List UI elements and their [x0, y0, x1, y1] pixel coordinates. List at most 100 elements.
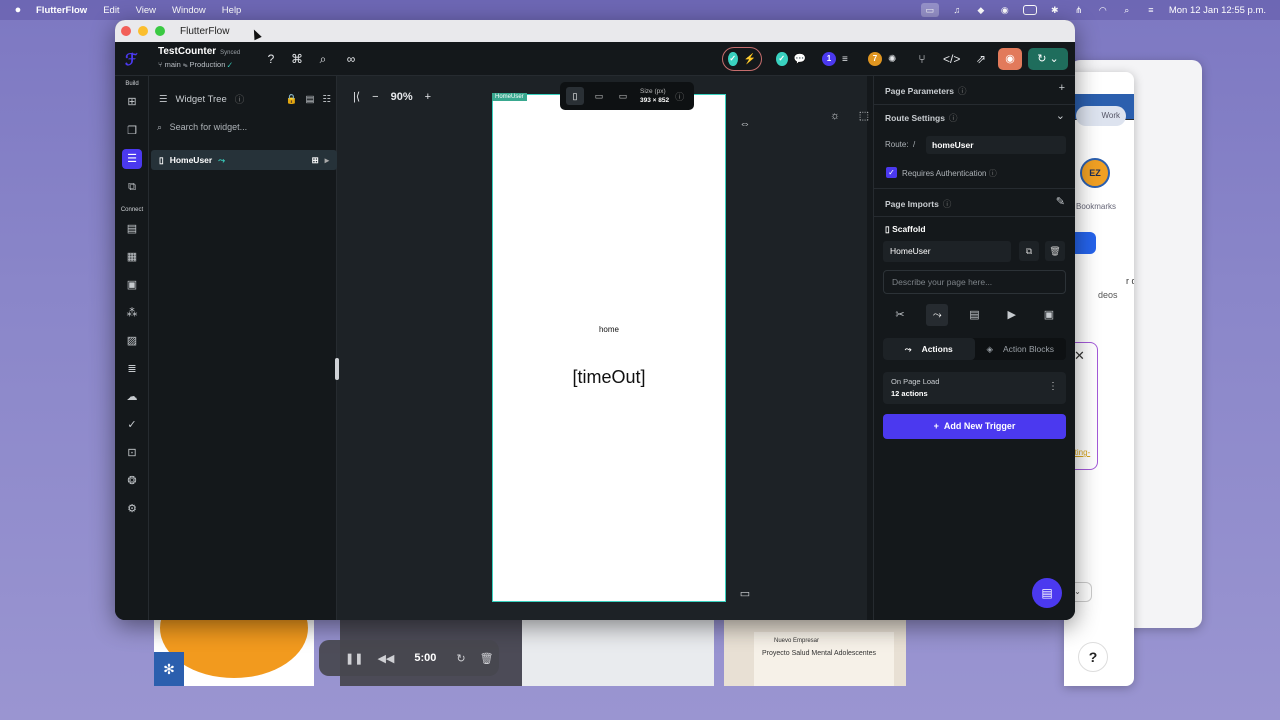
zoom-out-button[interactable]: −: [372, 91, 378, 103]
info-icon[interactable]: ⓘ: [989, 169, 997, 178]
timeout-text[interactable]: [timeOut]: [493, 367, 725, 388]
menu-window[interactable]: Window: [172, 5, 206, 16]
widget-tree-icon[interactable]: ☰: [122, 149, 142, 169]
thumbnail-4[interactable]: Nuevo Empresar Proyecto Salud Mental Ado…: [724, 618, 906, 686]
rewind-icon[interactable]: ◀◀: [377, 652, 394, 665]
project-info[interactable]: TestCounter Synced ⑂ main ✎ Production ✓: [158, 46, 240, 69]
widget-search[interactable]: ⌕ Search for widget...: [157, 122, 247, 133]
components-icon[interactable]: ⧉: [122, 177, 142, 197]
trash-icon[interactable]: 🗑: [1045, 241, 1065, 261]
menu-app[interactable]: FlutterFlow: [36, 5, 87, 16]
edit-icon[interactable]: ✎: [1056, 195, 1065, 208]
bookmarks-label[interactable]: Bookmarks: [1076, 202, 1116, 211]
filter-icon[interactable]: ☷: [322, 94, 331, 105]
link-icon[interactable]: ∞: [343, 51, 359, 67]
tab-action-blocks[interactable]: ◈ Action Blocks: [975, 338, 1067, 360]
close-window-button[interactable]: [121, 26, 131, 36]
flutterflow-logo-icon[interactable]: ℱ: [125, 50, 141, 69]
open-external-icon[interactable]: ⇗: [973, 51, 989, 67]
wifi-icon[interactable]: ◠: [1097, 5, 1109, 15]
animations-tab-icon[interactable]: ▶: [1001, 304, 1023, 326]
comments-pill[interactable]: ✓ 💬: [771, 47, 811, 71]
theme-icon[interactable]: ⁂: [122, 303, 142, 323]
database-icon[interactable]: ▤: [122, 219, 142, 239]
trash-icon[interactable]: 🗑: [480, 652, 494, 665]
command-icon[interactable]: ⌘: [289, 51, 305, 67]
api-icon[interactable]: ▦: [122, 247, 142, 267]
info-icon[interactable]: ⓘ: [675, 90, 684, 103]
zoom-window-button[interactable]: [155, 26, 165, 36]
add-new-trigger-button[interactable]: + Add New Trigger: [883, 414, 1066, 439]
app-status-icon[interactable]: ◉: [999, 5, 1011, 15]
chevron-down-icon[interactable]: ⌄: [1056, 109, 1065, 122]
zoom-level[interactable]: 90%: [391, 91, 413, 103]
menu-edit[interactable]: Edit: [103, 5, 119, 16]
layers-icon[interactable]: ▤: [305, 94, 314, 105]
browser-tab[interactable]: Work: [1076, 106, 1126, 126]
custom-code-icon[interactable]: ≣: [122, 359, 142, 379]
tablet-device-icon[interactable]: ▭: [590, 87, 608, 105]
tests-icon[interactable]: ✓: [122, 415, 142, 435]
actions-tab-icon[interactable]: ⤳: [926, 304, 949, 326]
code-icon[interactable]: </>: [943, 51, 960, 67]
menu-view[interactable]: View: [136, 5, 156, 16]
menu-help[interactable]: Help: [222, 5, 242, 16]
branch-icon[interactable]: ⑂: [914, 51, 930, 67]
theme-mode-icon[interactable]: ☼: [827, 108, 843, 124]
info-icon[interactable]: ⓘ: [943, 199, 952, 209]
deploy-button[interactable]: ↻ ⌄: [1028, 48, 1068, 70]
route-input[interactable]: homeUser: [926, 136, 1066, 154]
widget-search-input[interactable]: Search for widget...: [170, 122, 248, 132]
desktop-device-icon[interactable]: ▭: [614, 87, 632, 105]
add-icon[interactable]: +: [1059, 82, 1065, 94]
requires-auth-checkbox[interactable]: ✓: [886, 167, 897, 178]
keyboard-icon[interactable]: ▭: [737, 586, 753, 602]
chat-icon[interactable]: ▤: [1032, 578, 1062, 608]
close-icon[interactable]: ✕: [1074, 348, 1085, 364]
info-icon[interactable]: ⓘ: [235, 92, 245, 106]
preview-eye-button[interactable]: ◉: [998, 48, 1022, 70]
pause-icon[interactable]: ❚❚: [345, 652, 363, 665]
more-options-icon[interactable]: ⋮: [1048, 381, 1058, 392]
lock-icon[interactable]: 🔒: [286, 94, 298, 105]
integrations-icon[interactable]: ❂: [122, 471, 142, 491]
chevron-right-icon[interactable]: ▸: [325, 155, 329, 166]
bluetooth-icon[interactable]: ✱: [1049, 5, 1061, 15]
trigger-on-page-load[interactable]: On Page Load 12 actions ⋮: [883, 372, 1066, 404]
minimize-window-button[interactable]: [138, 26, 148, 36]
size-value[interactable]: 393 × 852: [640, 97, 669, 104]
network-icon[interactable]: ⋔: [1073, 5, 1085, 15]
expand-icon[interactable]: ⇔: [737, 116, 753, 132]
tree-item-homeuser[interactable]: ▯ HomeUser ⤳ ⊞ ▸: [151, 150, 337, 170]
info-icon[interactable]: ⓘ: [949, 113, 958, 123]
screen-record-icon[interactable]: ▭: [920, 3, 939, 17]
zoom-in-button[interactable]: +: [425, 91, 431, 103]
spotlight-icon[interactable]: ⌕: [1121, 5, 1133, 15]
collapse-panel-icon[interactable]: |⟨: [353, 90, 360, 103]
status-pill[interactable]: ✓ ⚡: [722, 47, 762, 71]
add-widget-icon[interactable]: ⊞: [312, 155, 319, 166]
page-name-input[interactable]: HomeUser: [883, 241, 1011, 262]
backend-query-tab-icon[interactable]: ▤: [964, 304, 986, 326]
select-icon[interactable]: ⬚: [856, 108, 872, 124]
device-preview[interactable]: HomeUser home [timeOut]: [492, 93, 726, 602]
restart-icon[interactable]: ↻: [456, 652, 465, 665]
help-icon[interactable]: ?: [263, 51, 279, 67]
tab-actions[interactable]: ⤳ Actions: [883, 338, 975, 360]
copy-icon[interactable]: ⧉: [1019, 241, 1039, 261]
display-icon[interactable]: [1022, 5, 1037, 15]
add-page-icon[interactable]: ⊞: [122, 92, 142, 112]
warnings-pill[interactable]: 7 ✺: [863, 47, 903, 71]
control-center-icon[interactable]: ≡: [1145, 5, 1157, 15]
issues-pill[interactable]: 1 ≡: [817, 47, 857, 71]
page-description-input[interactable]: Describe your page here...: [883, 270, 1066, 294]
home-text[interactable]: home: [493, 325, 725, 334]
info-icon[interactable]: ⓘ: [958, 86, 967, 96]
menubar-clock[interactable]: Mon 12 Jan 12:55 p.m.: [1169, 5, 1266, 16]
agent-icon[interactable]: ⊡: [122, 443, 142, 463]
audio-icon[interactable]: ♫: [951, 5, 963, 15]
help-button[interactable]: ?: [1078, 642, 1108, 672]
phone-device-icon[interactable]: ▯: [566, 87, 584, 105]
properties-tab-icon[interactable]: ✂: [889, 304, 911, 326]
search-icon[interactable]: ⌕: [315, 51, 331, 67]
